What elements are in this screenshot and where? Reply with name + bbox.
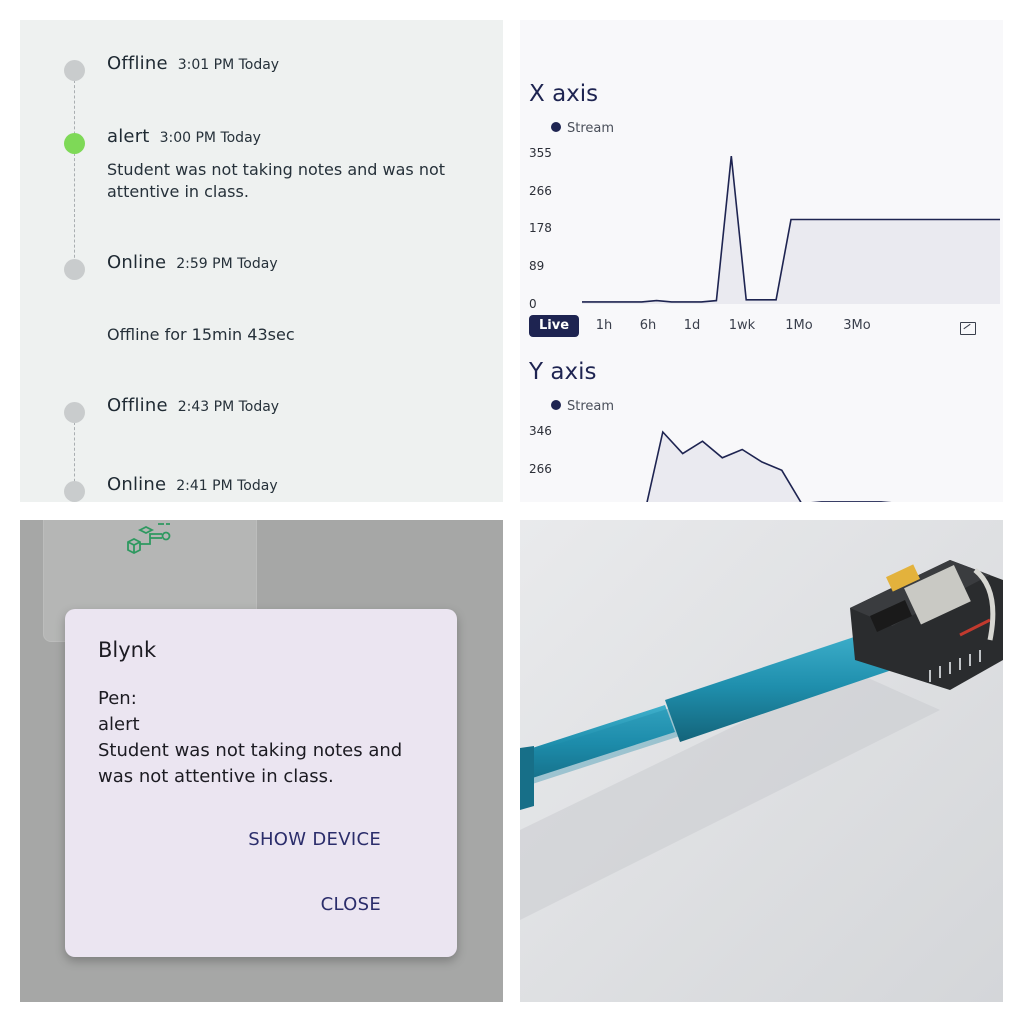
online-status-dot [64,481,85,502]
event-status: Offline [107,53,168,74]
alert-message-line: Student was not taking notes and was not [107,160,446,179]
smart-pen-photo [520,520,1003,1002]
dialog-message-line: Student was not taking notes and [98,740,403,761]
show-device-button[interactable]: SHOW DEVICE [248,829,381,850]
timeline-connector [74,153,75,273]
online-status-dot [64,259,85,280]
timeline-event-offline: Offline 3:01 PM Today [107,53,279,74]
chart-area-fill [643,432,1000,502]
event-time: 3:00 PM Today [159,130,261,146]
alert-status-dot [64,133,85,154]
dialog-device-name: Pen: [98,688,137,709]
event-status: Online [107,252,167,273]
smart-pen-image [520,520,1003,1002]
offline-status-dot [64,60,85,81]
alert-message: Student was not taking notes and was not… [107,159,467,203]
event-status: alert [107,126,150,147]
dialog-event-name: alert [98,714,140,735]
event-time: 3:01 PM Today [177,57,280,73]
notification-dialog-panel: Blynk Pen: alert Student was not taking … [20,520,503,1002]
timeline-event-alert: alert 3:00 PM Today [107,126,261,147]
device-template-icon [127,523,171,555]
event-status: Offline [107,395,168,416]
event-time: 2:41 PM Today [176,478,278,494]
event-status: Online [107,474,167,495]
alert-message-line: attentive in class. [107,182,249,201]
sensor-charts-panel: X axis Stream 355 266 178 89 0 Live 1h 6… [520,20,1003,502]
timeline-event-online: Online 2:59 PM Today [107,252,278,273]
event-time: 2:43 PM Today [177,399,280,415]
event-time: 2:59 PM Today [176,256,278,272]
dialog-message-line: was not attentive in class. [98,766,334,787]
timeline-event-offline: Offline 2:43 PM Today [107,395,279,416]
y-axis-chart [643,430,1000,502]
offline-status-dot [64,402,85,423]
offline-duration-note: Offline for 15min 43sec [107,325,295,344]
blynk-alert-dialog: Blynk Pen: alert Student was not taking … [65,609,457,957]
dialog-title: Blynk [98,638,157,662]
device-timeline-panel: Offline 3:01 PM Today alert 3:00 PM Today … [20,20,503,502]
close-button[interactable]: CLOSE [321,894,381,915]
timeline-event-online: Online 2:41 PM Today [107,474,278,495]
